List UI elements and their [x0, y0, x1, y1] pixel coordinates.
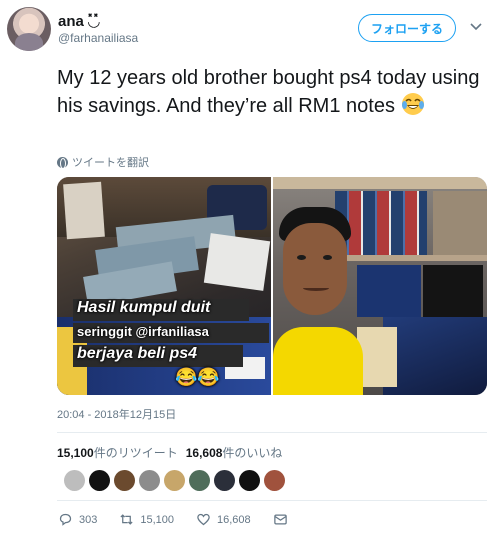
avatar[interactable]	[7, 7, 51, 51]
face	[283, 223, 347, 315]
cabinet	[433, 191, 487, 255]
tears-of-joy-emoji-icon	[401, 93, 424, 115]
reply-button[interactable]: 303	[58, 512, 97, 527]
liker-avatar[interactable]	[89, 470, 110, 491]
like-count: 16,608	[185, 446, 223, 460]
eye	[297, 255, 306, 260]
globe-icon	[57, 156, 68, 169]
translate-tweet-link[interactable]: ツイートを翻訳	[57, 154, 149, 170]
overlay-line-3: berjaya beli ps4	[77, 345, 198, 362]
ps4-box-display	[423, 265, 483, 317]
retweet-icon	[120, 514, 133, 525]
overlay-emoji: 😂😂	[175, 367, 220, 387]
tweet-header: ana ◟̽◞̽ @farhanailiasa フォローする	[0, 0, 494, 56]
overlay-line-2: seringgit @irfaniliasa	[77, 324, 209, 339]
media-gallery: Hasil kumpul duit seringgit @irfaniliasa…	[57, 177, 487, 395]
liker-avatar[interactable]	[189, 470, 210, 491]
envelope-icon	[273, 514, 287, 525]
shelf	[333, 255, 487, 261]
liker-avatars	[64, 470, 285, 491]
retweet-count: 15,100	[57, 446, 94, 460]
liker-avatar[interactable]	[264, 470, 285, 491]
tweet-text: My 12 years old brother bought ps4 today…	[57, 64, 487, 120]
photo-boy-selfie[interactable]	[273, 177, 487, 395]
smile	[303, 285, 329, 291]
liker-avatar[interactable]	[64, 470, 85, 491]
follow-button[interactable]: フォローする	[358, 14, 456, 42]
like-count-link[interactable]: 16,608件のいいね	[186, 444, 283, 461]
liker-avatar[interactable]	[214, 470, 235, 491]
paper-bag	[63, 181, 105, 240]
photo-money-ps4[interactable]: Hasil kumpul duit seringgit @irfaniliasa…	[57, 177, 271, 395]
receipt	[203, 233, 271, 291]
eye	[323, 255, 332, 260]
liker-avatar[interactable]	[164, 470, 185, 491]
chevron-down-icon[interactable]	[468, 18, 484, 34]
reply-count: 303	[79, 513, 98, 526]
display-name[interactable]: ana ◟̽◞̽	[58, 12, 100, 30]
like-action-count: 16,608	[217, 513, 251, 526]
liker-avatar[interactable]	[139, 470, 160, 491]
yellow-shirt	[273, 327, 363, 395]
ps4-box-display	[357, 265, 421, 317]
divider	[57, 500, 487, 501]
like-button[interactable]: 16,608	[196, 512, 251, 527]
cash-box	[357, 327, 397, 387]
retweet-button[interactable]: 15,100	[119, 512, 174, 527]
tweet-actions: 303 15,100 16,608	[58, 512, 310, 527]
liker-avatar[interactable]	[114, 470, 135, 491]
divider	[57, 432, 487, 433]
shelf-top	[273, 177, 487, 189]
user-handle[interactable]: @farhanailiasa	[58, 31, 138, 45]
engagement-stats: 15,100件のリツイート 16,608件のいいね	[57, 444, 282, 461]
reply-icon	[59, 513, 72, 526]
liker-avatar[interactable]	[239, 470, 260, 491]
retweet-action-count: 15,100	[140, 513, 175, 526]
ps4-box-front	[383, 317, 487, 395]
direct-message-button[interactable]	[273, 512, 288, 527]
like-count-label: 件のいいね	[222, 446, 283, 460]
tweet-timestamp[interactable]: 20:04 - 2018年12月15日	[57, 406, 176, 422]
overlay-line-1: Hasil kumpul duit	[77, 299, 211, 316]
retweet-count-label: 件のリツイート	[93, 446, 178, 460]
translate-label: ツイートを翻訳	[72, 157, 149, 169]
heart-icon	[197, 513, 210, 526]
retweet-count-link[interactable]: 15,100件のリツイート	[57, 444, 178, 461]
